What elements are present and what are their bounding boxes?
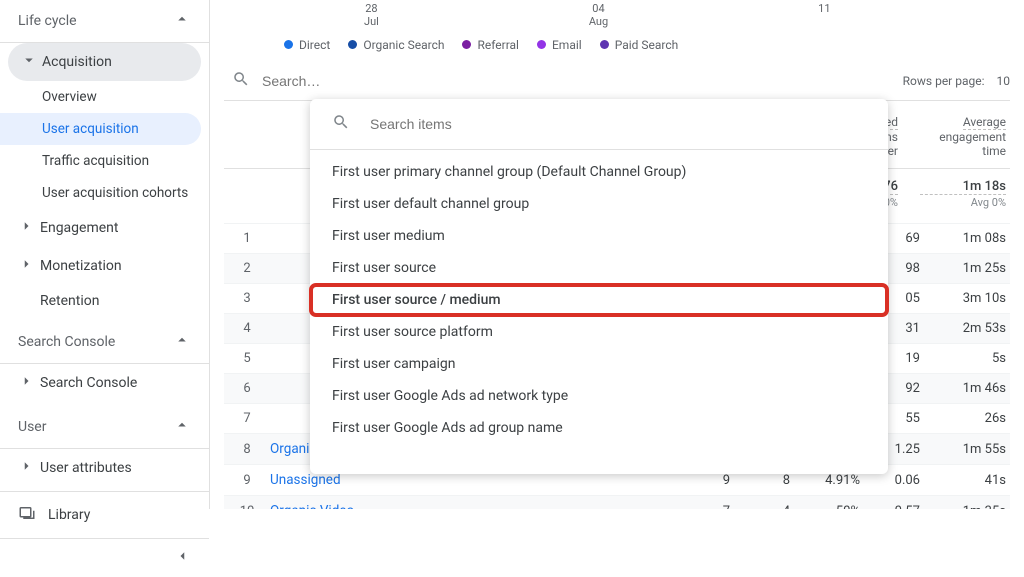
section-lifecycle[interactable]: Life cycle: [0, 0, 209, 43]
nav-user-acquisition[interactable]: User acquisition: [0, 113, 201, 145]
row-index: 4: [224, 321, 270, 336]
nav-overview[interactable]: Overview: [0, 81, 209, 113]
legend-item[interactable]: Organic Search: [348, 38, 444, 52]
section-label: Search Console: [18, 334, 115, 350]
dropdown-item[interactable]: First user primary channel group (Defaul…: [310, 156, 888, 188]
nav-label: User attributes: [40, 460, 132, 476]
rows-per-page-label: Rows per page:: [903, 74, 985, 88]
dropdown-item[interactable]: First user medium: [310, 220, 888, 252]
dropdown-item[interactable]: First user source / medium: [310, 284, 888, 316]
row-dimension[interactable]: Unassigned: [270, 472, 670, 488]
row-index: 3: [224, 291, 270, 306]
chevron-right-icon: [18, 255, 32, 277]
row-cell: 0.06: [860, 473, 920, 488]
section-user[interactable]: User: [0, 406, 209, 449]
collapse-sidebar-button[interactable]: [0, 538, 209, 577]
nav-label: Acquisition: [42, 54, 112, 70]
nav-library[interactable]: Library: [0, 491, 209, 538]
nav-label: Retention: [40, 293, 100, 309]
dropdown-item[interactable]: First user Google Ads ad network type: [310, 380, 888, 412]
chevron-up-icon: [173, 416, 191, 438]
legend-item[interactable]: Paid Search: [600, 38, 679, 52]
section-label: Life cycle: [18, 13, 77, 29]
row-index: 1: [224, 231, 270, 246]
dropdown-item[interactable]: First user Google Ads ad group name: [310, 412, 888, 444]
row-cell: 7: [670, 504, 730, 510]
section-label: User: [18, 419, 46, 435]
nav-label: Search Console: [40, 375, 137, 391]
axis-tick: 04Aug: [589, 2, 608, 28]
dropdown-item[interactable]: First user source: [310, 252, 888, 284]
legend-item[interactable]: Direct: [284, 38, 330, 52]
section-search-console[interactable]: Search Console: [0, 321, 209, 364]
chevron-up-icon: [173, 10, 191, 32]
nav-acquisition[interactable]: Acquisition: [8, 43, 201, 81]
row-cell: 1m 35s: [920, 504, 1006, 510]
row-cell: 4: [730, 504, 790, 510]
chevron-right-icon: [18, 457, 32, 479]
nav-monetization[interactable]: Monetization: [0, 247, 209, 285]
row-index: 2: [224, 261, 270, 276]
chart-x-axis: 28Jul04Aug1118: [224, 0, 1010, 28]
library-icon: [18, 504, 36, 526]
chevron-left-icon: [173, 547, 191, 569]
dropdown-item[interactable]: First user default channel group: [310, 188, 888, 220]
chevron-down-icon: [20, 51, 34, 73]
row-cell: 8: [730, 473, 790, 488]
row-cell: 1m 55s: [920, 442, 1006, 457]
row-cell: 5s: [920, 351, 1006, 366]
legend-item[interactable]: Referral: [462, 38, 519, 52]
chevron-right-icon: [18, 372, 32, 394]
row-index: 6: [224, 381, 270, 396]
row-cell: 1m 46s: [920, 381, 1006, 396]
chevron-up-icon: [173, 331, 191, 353]
row-cell: 1m 25s: [920, 261, 1006, 276]
row-index: 7: [224, 411, 270, 426]
row-cell: 4.91%: [790, 473, 860, 488]
axis-tick: 28Jul: [364, 2, 379, 28]
dropdown-search-input[interactable]: [370, 116, 866, 132]
table-row[interactable]: 10Organic Video7450%0.571m 35s: [224, 496, 1010, 509]
dropdown-item[interactable]: First user source platform: [310, 316, 888, 348]
nav-traffic-acquisition[interactable]: Traffic acquisition: [0, 145, 209, 177]
rows-per-page-value[interactable]: 10: [997, 74, 1011, 88]
row-cell: 50%: [790, 504, 860, 510]
row-cell: 0.57: [860, 504, 920, 510]
row-cell: 1m 08s: [920, 231, 1006, 246]
row-dimension[interactable]: Organic Video: [270, 503, 670, 509]
row-cell: 26s: [920, 411, 1006, 426]
row-index: 9: [224, 473, 270, 488]
row-index: 10: [224, 504, 270, 510]
nav-retention[interactable]: • Retention: [0, 285, 209, 317]
nav-search-console[interactable]: Search Console: [0, 364, 209, 402]
nav-label: Monetization: [40, 258, 122, 274]
axis-tick: 11: [818, 2, 830, 28]
row-cell: 9: [670, 473, 730, 488]
legend-item[interactable]: Email: [537, 38, 582, 52]
nav-engagement[interactable]: Engagement: [0, 209, 209, 247]
nav-user-acq-cohorts[interactable]: User acquisition cohorts: [0, 177, 209, 209]
search-icon: [232, 70, 250, 92]
dimension-dropdown: First user primary channel group (Defaul…: [310, 99, 888, 474]
row-index: 5: [224, 351, 270, 366]
nav-label: Engagement: [40, 220, 118, 236]
row-cell: 3m 10s: [920, 291, 1006, 306]
library-label: Library: [48, 507, 90, 523]
dropdown-item[interactable]: First user campaign: [310, 348, 888, 380]
chevron-right-icon: [18, 217, 32, 239]
search-icon: [332, 113, 350, 135]
row-cell: 41s: [920, 473, 1006, 488]
chart-legend: Direct Organic Search Referral Email Paid Se…: [224, 28, 1010, 62]
row-cell: 2m 53s: [920, 321, 1006, 336]
nav-user-attributes[interactable]: User attributes: [0, 449, 209, 487]
search-input[interactable]: [262, 73, 443, 89]
row-index: 8: [224, 442, 270, 457]
